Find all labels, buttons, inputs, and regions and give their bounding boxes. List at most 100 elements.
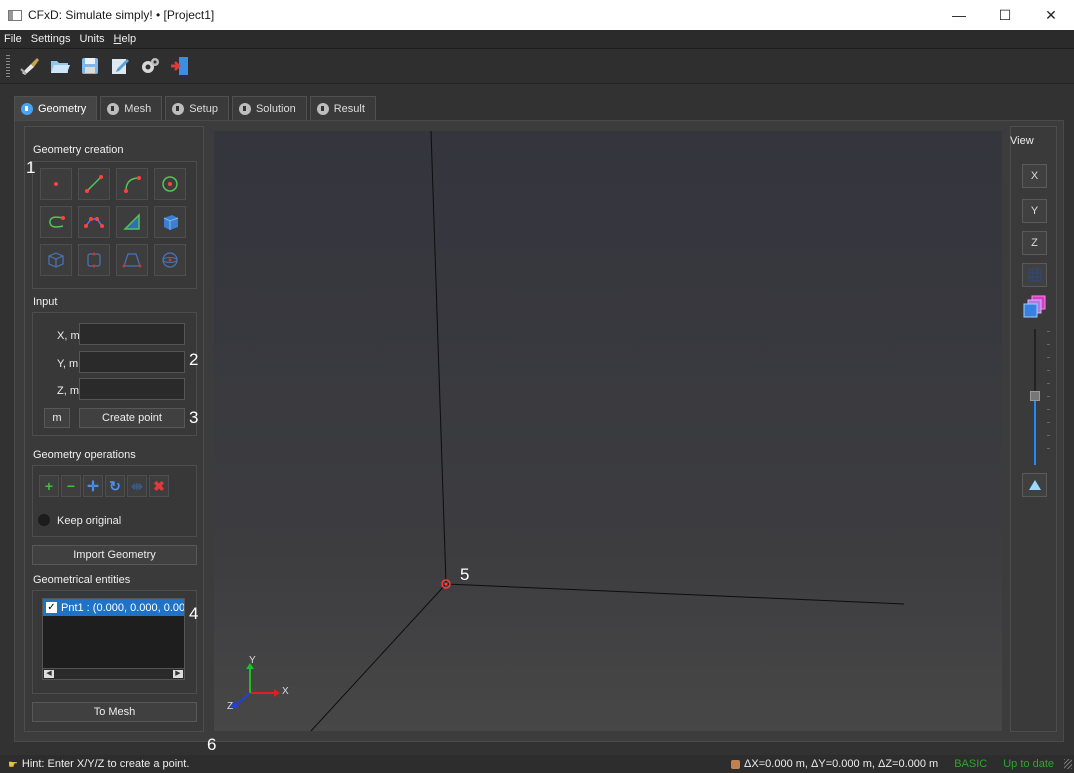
line-tool-icon[interactable] (78, 168, 110, 200)
scene-lines (231, 131, 905, 731)
menu-file[interactable]: File (4, 33, 22, 45)
tab-mesh[interactable]: Mesh (100, 96, 163, 120)
tab-label: Geometry (38, 102, 87, 115)
status-state: Up to date (1003, 758, 1054, 770)
menu-help-mnemonic: H (113, 33, 122, 45)
annotation-3: 3 (189, 408, 199, 427)
geometry-panel: Geometry creation Input X, m Y, m Z, m m… (24, 126, 204, 732)
tab-setup[interactable]: Setup (165, 96, 229, 120)
status-hint: Hint: Enter X/Y/Z to create a point. (21, 758, 190, 770)
toolbar-grip[interactable] (6, 55, 10, 77)
tab-solution[interactable]: Solution (231, 96, 307, 120)
status-bar: ☛ Hint: Enter X/Y/Z to create a point. Δ… (0, 755, 1074, 773)
x-label: X, m (57, 330, 80, 342)
point-tool-icon[interactable] (40, 168, 72, 200)
title-bar: CFxD: Simulate simply! • [Project1] — ☐ … (0, 0, 1074, 30)
slider-ticks (1047, 331, 1050, 461)
tab-label: Mesh (124, 102, 152, 115)
view-panel: View X Y Z (1010, 126, 1057, 732)
tab-geometry[interactable]: Geometry (14, 96, 98, 120)
x-input[interactable] (79, 323, 185, 345)
axis-z-label: Z (227, 701, 234, 712)
z-input[interactable] (79, 378, 185, 400)
arc-tool-icon[interactable] (116, 168, 148, 200)
z-label: Z, m (57, 385, 79, 397)
open-folder-icon[interactable] (48, 54, 72, 78)
tab-label: Setup (189, 102, 218, 115)
view-x-button[interactable]: X (1022, 164, 1047, 188)
tab-label: Result (333, 102, 365, 115)
to-mesh-button[interactable]: To Mesh (32, 702, 197, 722)
tab-result[interactable]: Result (309, 96, 376, 120)
tab-result-icon (316, 102, 329, 115)
delete-icon[interactable]: ✖ (149, 475, 169, 497)
unit-button[interactable]: m (44, 408, 70, 428)
window-title: CFxD: Simulate simply! • [Project1] (28, 8, 215, 22)
volume-tool-icon[interactable] (154, 206, 186, 238)
close-button[interactable]: ✕ (1028, 0, 1074, 30)
create-point-button[interactable]: Create point (79, 408, 185, 428)
edit-icon[interactable] (108, 54, 132, 78)
check-icon[interactable]: ✓ (46, 602, 57, 613)
keep-original-toggle[interactable] (38, 514, 50, 526)
list-item[interactable]: ✓ Pnt1 : (0.000, 0.000, 0.000) (43, 599, 184, 616)
maximize-button[interactable]: ☐ (982, 0, 1028, 30)
brush-icon[interactable] (18, 54, 42, 78)
resize-grip[interactable] (1064, 759, 1072, 769)
hint-hand-icon: ☛ (8, 758, 18, 771)
tab-label: Solution (255, 102, 296, 115)
rotate-icon[interactable]: ↻ (105, 475, 125, 497)
save-icon[interactable] (78, 54, 102, 78)
annotation-6: 6 (207, 735, 217, 754)
scroll-right-icon[interactable]: ▶ (173, 670, 183, 678)
menu-help[interactable]: Help (114, 33, 137, 45)
translate-icon[interactable]: ✛ (83, 475, 103, 497)
spline-tool-icon[interactable] (40, 206, 72, 238)
menu-settings[interactable]: Settings (31, 33, 71, 45)
grid-icon[interactable] (1022, 263, 1047, 287)
view-cube-icon[interactable] (1022, 294, 1047, 319)
mirror-icon[interactable]: ⇹ (127, 475, 147, 497)
axis-x-label: X (282, 686, 289, 697)
status-delta: ΔX=0.000 m, ΔY=0.000 m, ΔZ=0.000 m (744, 758, 939, 770)
geometrical-entities-title: Geometrical entities (33, 574, 131, 586)
geometry-creation-title: Geometry creation (33, 144, 124, 156)
union-icon[interactable]: + (39, 475, 59, 497)
circle-tool-icon[interactable] (154, 168, 186, 200)
annotation-4: 4 (189, 604, 199, 623)
axis-y-label: Y (249, 655, 256, 666)
view-title: View (1010, 135, 1034, 147)
y-input[interactable] (79, 351, 185, 373)
settings-icon[interactable] (138, 54, 162, 78)
geometry-creation-group (32, 161, 197, 289)
cylinder-primitive-icon[interactable] (78, 244, 110, 276)
status-mode: BASIC (954, 758, 988, 770)
box-primitive-icon[interactable] (40, 244, 72, 276)
annotation-2: 2 (189, 350, 199, 369)
sphere-primitive-icon[interactable] (154, 244, 186, 276)
minimize-button[interactable]: — (936, 0, 982, 30)
import-geometry-button[interactable]: Import Geometry (32, 545, 197, 565)
delta-icon (731, 759, 741, 769)
zoom-slider-handle[interactable] (1030, 391, 1040, 401)
exit-icon[interactable] (168, 54, 192, 78)
menu-help-rest: elp (121, 33, 137, 45)
scroll-left-icon[interactable]: ◀ (44, 670, 54, 678)
tab-geometry-icon (21, 102, 33, 115)
entities-scrollbar[interactable]: ◀ ▶ (42, 668, 185, 680)
geometry-operations-title: Geometry operations (33, 449, 136, 461)
surface-tool-icon[interactable] (116, 206, 148, 238)
subtract-icon[interactable]: − (61, 475, 81, 497)
perspective-toggle-icon[interactable] (1022, 473, 1047, 497)
zoom-slider[interactable] (1030, 329, 1040, 465)
menu-units[interactable]: Units (79, 33, 104, 45)
view-z-button[interactable]: Z (1022, 231, 1047, 255)
entity-label: Pnt1 : (0.000, 0.000, 0.000) (61, 601, 185, 614)
polyline-tool-icon[interactable] (78, 206, 110, 238)
cone-primitive-icon[interactable] (116, 244, 148, 276)
3d-viewport[interactable]: 5 X Y Z (214, 131, 1002, 731)
main-tabs: Geometry Mesh Setup Solution Result (14, 96, 379, 120)
view-y-button[interactable]: Y (1022, 199, 1047, 223)
toolbar (0, 49, 1074, 84)
keep-original-label: Keep original (57, 515, 122, 527)
